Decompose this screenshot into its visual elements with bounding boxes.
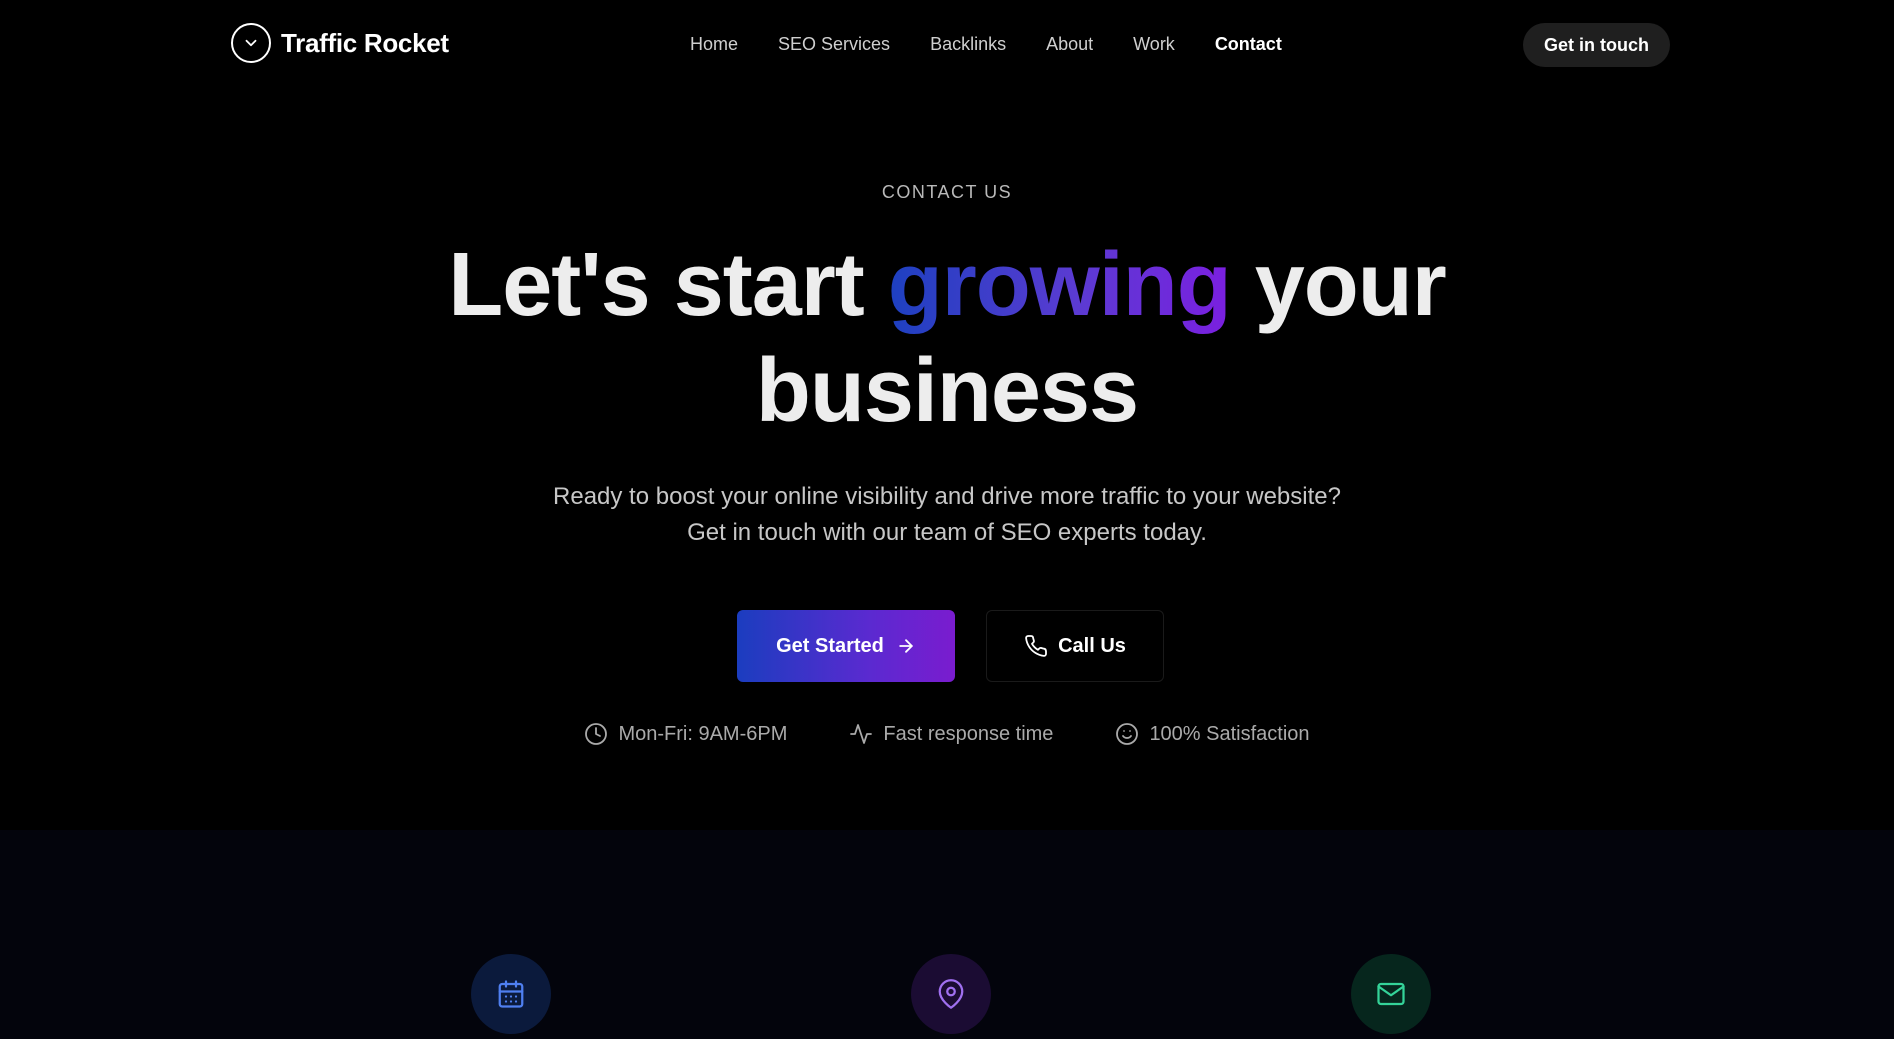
hero-subtitle: Ready to boost your online visibility an… <box>0 479 1894 551</box>
nav-link-seo-services[interactable]: SEO Services <box>778 34 890 55</box>
meta-item-response: Fast response time <box>849 722 1053 746</box>
page-title: Let's start growing your business <box>0 232 1894 444</box>
subtitle-line1: Ready to boost your online visibility an… <box>553 483 1341 510</box>
brand-logo[interactable]: Traffic Rocket <box>231 23 449 63</box>
chevron-down-circle-icon <box>231 23 271 63</box>
subtitle-line2: Get in touch with our team of SEO expert… <box>687 519 1207 546</box>
phone-icon <box>1024 634 1048 658</box>
call-us-button[interactable]: Call Us <box>986 610 1164 682</box>
smile-icon <box>1115 722 1139 746</box>
headline-suffix: your <box>1230 235 1447 335</box>
nav-link-backlinks[interactable]: Backlinks <box>930 34 1006 55</box>
main-nav: Home SEO Services Backlinks About Work C… <box>690 34 1282 55</box>
activity-icon <box>849 722 873 746</box>
hero-actions: Get Started Call Us <box>737 610 1164 682</box>
nav-link-about[interactable]: About <box>1046 34 1093 55</box>
clock-icon <box>584 722 608 746</box>
headline-highlight: growing <box>887 235 1232 335</box>
headline-prefix: Let's start <box>448 235 888 335</box>
headline-line2: business <box>755 341 1139 441</box>
meta-label-hours: Mon-Fri: 9AM-6PM <box>618 722 788 745</box>
eyebrow-label: CONTACT US <box>881 182 1013 202</box>
contact-features-section <box>0 830 1894 1039</box>
brand-name: Traffic Rocket <box>281 27 449 58</box>
hero-meta: Mon-Fri: 9AM-6PM Fast response time 100%… <box>0 722 1894 746</box>
nav-link-home[interactable]: Home <box>690 34 738 55</box>
mail-icon <box>1351 954 1431 1034</box>
meta-item-satisfaction: 100% Satisfaction <box>1115 722 1310 746</box>
calendar-icon <box>471 954 551 1034</box>
get-started-label: Get Started <box>776 634 884 657</box>
map-pin-icon <box>911 954 991 1034</box>
meta-item-hours: Mon-Fri: 9AM-6PM <box>584 722 787 746</box>
call-us-label: Call Us <box>1058 634 1126 657</box>
get-started-button[interactable]: Get Started <box>737 610 955 682</box>
nav-link-work[interactable]: Work <box>1133 34 1175 55</box>
arrow-right-icon <box>896 636 916 656</box>
meta-label-response: Fast response time <box>883 722 1054 745</box>
get-in-touch-button[interactable]: Get in touch <box>1523 23 1670 67</box>
site-header: Traffic Rocket Home SEO Services Backlin… <box>0 0 1894 92</box>
meta-label-satisfaction: 100% Satisfaction <box>1149 722 1310 745</box>
nav-link-contact[interactable]: Contact <box>1215 34 1282 55</box>
